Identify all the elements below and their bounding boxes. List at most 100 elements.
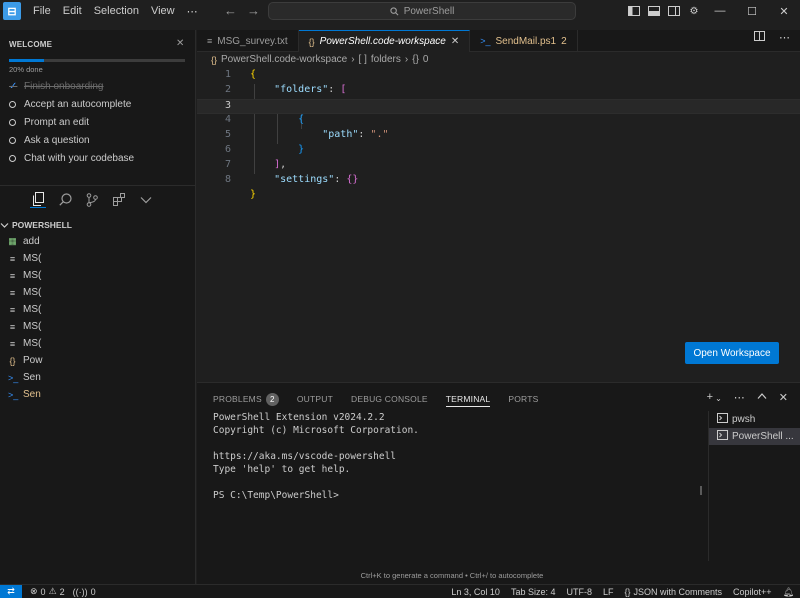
welcome-title: WELCOME <box>9 40 53 49</box>
tab-size[interactable]: Tab Size: 4 <box>511 587 556 597</box>
close-icon[interactable]: ✕ <box>176 38 184 49</box>
split-editor-icon[interactable] <box>754 31 765 44</box>
forward-arrow-icon[interactable]: → <box>247 3 260 18</box>
chevron-down-icon[interactable] <box>138 192 154 208</box>
onboarding-item-accept-autocomplete[interactable]: Accept an autocomplete <box>9 99 131 110</box>
menu-more[interactable]: ⋯ <box>187 5 198 18</box>
file-item[interactable]: {} Pow <box>8 355 42 366</box>
back-arrow-icon[interactable]: ← <box>224 3 237 18</box>
command-center-search[interactable]: PowerShell <box>268 2 576 20</box>
toggle-panel-icon[interactable] <box>646 4 662 18</box>
close-icon[interactable]: ✕ <box>451 36 459 47</box>
tab-ports[interactable]: PORTS <box>508 391 538 407</box>
file-item[interactable]: ≡ MS( <box>8 338 41 349</box>
tab-sendmail[interactable]: >_ SendMail.ps1 2 <box>470 30 578 52</box>
tab-terminal[interactable]: TERMINAL <box>445 391 491 407</box>
code-text: "settings": {} <box>274 174 359 185</box>
tab-powershell-workspace[interactable]: {} PowerShell.code-workspace ✕ <box>298 30 471 52</box>
onboarding-item-finish-onboarding[interactable]: ✓ Finish onboarding <box>9 81 104 92</box>
menu-edit[interactable]: Edit <box>63 5 82 17</box>
code-editor[interactable]: 1 { 2 "folders": [ 3 4 { 5 "path": "." 6… <box>197 69 800 381</box>
breadcrumb-file[interactable]: PowerShell.code-workspace <box>221 54 347 65</box>
editor-actions: ⋯ <box>754 31 790 44</box>
file-name: add <box>23 236 40 247</box>
settings-gear-icon[interactable]: ⚙ <box>686 4 702 18</box>
terminal-item-pwsh[interactable]: pwsh <box>709 411 800 428</box>
explorer-files-icon[interactable] <box>30 192 46 208</box>
left-sidebar: WELCOME ✕ 20% done ✓ Finish onboarding A… <box>0 30 196 584</box>
chevron-down-icon[interactable]: ⌄ <box>715 394 722 404</box>
copilot-status[interactable]: Copilot++ <box>733 587 772 597</box>
window-actions: ⚙ — ☐ ✕ <box>624 0 800 22</box>
maximize-button[interactable]: ☐ <box>736 0 768 22</box>
ports-status[interactable]: ((·)) 0 <box>73 587 96 597</box>
search-icon <box>390 6 399 15</box>
file-item[interactable]: >_ Sen <box>8 372 41 383</box>
text-file-icon: ≡ <box>9 304 16 315</box>
app-logo-icon: ⊟ <box>3 2 21 20</box>
file-name: MS( <box>23 270 42 281</box>
file-item[interactable]: ≡ MS( <box>8 304 41 315</box>
line-number: 6 <box>224 144 231 155</box>
file-name: Pow <box>23 355 43 366</box>
menu-file[interactable]: File <box>33 5 51 17</box>
minimize-button[interactable]: — <box>704 0 736 22</box>
terminal-icon <box>717 430 728 443</box>
circle-icon <box>9 155 16 162</box>
menu-view[interactable]: View <box>151 5 175 17</box>
terminal-output[interactable]: PowerShell Extension v2024.2.2 Copyright… <box>213 411 419 502</box>
text-file-icon: ≡ <box>9 321 16 332</box>
file-item[interactable]: ▦ add <box>8 236 40 247</box>
editor-tabs: ≡ MSG_survey.txt {} PowerShell.code-work… <box>197 30 800 52</box>
language-mode[interactable]: {} JSON with Comments <box>624 587 722 597</box>
search-icon[interactable] <box>57 192 73 208</box>
end-of-line[interactable]: LF <box>603 587 614 597</box>
close-icon[interactable]: ✕ <box>779 391 788 404</box>
file-item[interactable]: ≡ MS( <box>8 253 41 264</box>
code-text: } <box>298 144 305 155</box>
menu-selection[interactable]: Selection <box>94 5 139 17</box>
onboarding-item-prompt-edit[interactable]: Prompt an edit <box>9 117 89 128</box>
file-item[interactable]: ≡ MS( <box>8 321 41 332</box>
more-actions-icon[interactable]: ⋯ <box>734 391 745 404</box>
terminal-scrollbar[interactable] <box>700 486 702 495</box>
remote-indicator-button[interactable]: ⇄ <box>0 584 22 598</box>
encoding[interactable]: UTF-8 <box>566 587 592 597</box>
terminal-label: pwsh <box>732 414 756 425</box>
extensions-icon[interactable] <box>111 192 127 208</box>
new-terminal-plus-icon[interactable]: + <box>707 391 713 404</box>
onboarding-item-label: Chat with your codebase <box>24 153 135 164</box>
onboarding-item-chat-codebase[interactable]: Chat with your codebase <box>9 153 134 164</box>
circle-icon <box>9 137 16 144</box>
tab-problems[interactable]: PROBLEMS 2 <box>213 391 279 407</box>
tab-debug-console[interactable]: DEBUG CONSOLE <box>351 391 428 407</box>
onboarding-item-label: Ask a question <box>24 135 90 146</box>
maximize-panel-icon[interactable] <box>757 391 767 404</box>
tab-output[interactable]: OUTPUT <box>297 391 333 407</box>
more-actions-icon[interactable]: ⋯ <box>779 31 790 44</box>
code-line: 2 "folders": [ <box>197 84 800 99</box>
line-number: 4 <box>224 114 231 125</box>
breadcrumb-folders[interactable]: folders <box>371 54 401 65</box>
toggle-secondary-sidebar-icon[interactable] <box>666 4 682 18</box>
explorer-folder-header[interactable]: POWERSHELL <box>0 220 72 230</box>
tab-msg-survey[interactable]: ≡ MSG_survey.txt <box>197 30 299 52</box>
toggle-sidebar-icon[interactable] <box>626 4 642 18</box>
source-control-icon[interactable] <box>84 192 100 208</box>
circle-icon <box>9 101 16 108</box>
notifications-bell-icon[interactable]: 🔔︎ <box>783 587 794 598</box>
terminal-item-powershell[interactable]: PowerShell ... <box>709 428 800 445</box>
excel-file-icon: ▦ <box>8 236 17 246</box>
file-name: MS( <box>23 321 42 332</box>
breadcrumb-index[interactable]: 0 <box>423 54 429 65</box>
cursor-position[interactable]: Ln 3, Col 10 <box>451 587 500 597</box>
onboarding-item-ask-question[interactable]: Ask a question <box>9 135 90 146</box>
file-item[interactable]: >_ Sen <box>8 389 41 400</box>
open-workspace-button[interactable]: Open Workspace <box>685 342 779 364</box>
file-item[interactable]: ≡ MS( <box>8 287 41 298</box>
terminal-list: pwsh PowerShell ... <box>708 411 800 561</box>
status-bar-right: Ln 3, Col 10 Tab Size: 4 UTF-8 LF {} JSON… <box>451 585 794 598</box>
close-window-button[interactable]: ✕ <box>768 0 800 22</box>
file-item[interactable]: ≡ MS( <box>8 270 41 281</box>
problems-status[interactable]: ⊗ 0 ⚠ 2 <box>30 586 65 597</box>
